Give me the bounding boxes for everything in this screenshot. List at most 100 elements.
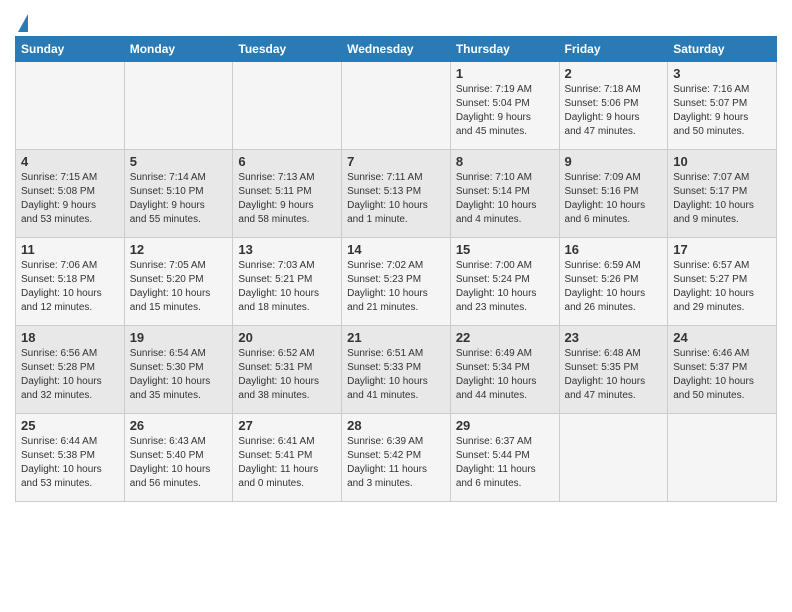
col-header-wednesday: Wednesday: [342, 37, 451, 62]
day-info: Sunrise: 6:37 AM Sunset: 5:44 PM Dayligh…: [456, 435, 554, 491]
day-number: 20: [238, 330, 336, 345]
calendar-cell: 25Sunrise: 6:44 AM Sunset: 5:38 PM Dayli…: [16, 414, 125, 502]
calendar-cell: 2 Sunrise: 7:18 AM Sunset: 5:06 PM Daylig…: [559, 62, 668, 150]
calendar-cell: 29 Sunrise: 6:37 AM Sunset: 5:44 PM Dayli…: [450, 414, 559, 502]
calendar-cell: 10 Sunrise: 7:07 AM Sunset: 5:17 PM Dayli…: [668, 150, 777, 238]
col-header-monday: Monday: [124, 37, 233, 62]
calendar-week-row: 4 Sunrise: 7:15 AM Sunset: 5:08 PM Daylig…: [16, 150, 777, 238]
day-number: 4: [21, 154, 119, 169]
day-number: 5: [130, 154, 228, 169]
day-info: Sunrise: 6:48 AM Sunset: 5:35 PM Dayligh…: [565, 347, 663, 403]
day-info: Sunrise: 7:11 AM Sunset: 5:13 PM Dayligh…: [347, 171, 445, 227]
calendar-cell: [233, 62, 342, 150]
calendar-cell: 9 Sunrise: 7:09 AM Sunset: 5:16 PM Daylig…: [559, 150, 668, 238]
col-header-sunday: Sunday: [16, 37, 125, 62]
col-header-tuesday: Tuesday: [233, 37, 342, 62]
day-info: Sunrise: 7:10 AM Sunset: 5:14 PM Dayligh…: [456, 171, 554, 227]
day-info: Sunrise: 6:44 AM Sunset: 5:38 PM Dayligh…: [21, 435, 119, 491]
calendar-cell: 27 Sunrise: 6:41 AM Sunset: 5:41 PM Dayli…: [233, 414, 342, 502]
day-number: 1: [456, 66, 554, 81]
calendar-cell: 18Sunrise: 6:56 AM Sunset: 5:28 PM Dayli…: [16, 326, 125, 414]
calendar-cell: 3 Sunrise: 7:16 AM Sunset: 5:07 PM Daylig…: [668, 62, 777, 150]
calendar-week-row: 25Sunrise: 6:44 AM Sunset: 5:38 PM Dayli…: [16, 414, 777, 502]
calendar-cell: 19 Sunrise: 6:54 AM Sunset: 5:30 PM Dayli…: [124, 326, 233, 414]
calendar-cell: 13 Sunrise: 7:03 AM Sunset: 5:21 PM Dayli…: [233, 238, 342, 326]
day-number: 15: [456, 242, 554, 257]
day-info: Sunrise: 7:15 AM Sunset: 5:08 PM Dayligh…: [21, 171, 119, 227]
day-number: 16: [565, 242, 663, 257]
day-info: Sunrise: 7:18 AM Sunset: 5:06 PM Dayligh…: [565, 83, 663, 139]
day-number: 19: [130, 330, 228, 345]
calendar-cell: 7 Sunrise: 7:11 AM Sunset: 5:13 PM Daylig…: [342, 150, 451, 238]
calendar-cell: 11Sunrise: 7:06 AM Sunset: 5:18 PM Dayli…: [16, 238, 125, 326]
calendar-cell: [668, 414, 777, 502]
day-number: 6: [238, 154, 336, 169]
logo-triangle-icon: [18, 14, 28, 32]
calendar-cell: 28 Sunrise: 6:39 AM Sunset: 5:42 PM Dayli…: [342, 414, 451, 502]
day-info: Sunrise: 6:46 AM Sunset: 5:37 PM Dayligh…: [673, 347, 771, 403]
calendar-cell: 4 Sunrise: 7:15 AM Sunset: 5:08 PM Daylig…: [16, 150, 125, 238]
day-info: Sunrise: 6:52 AM Sunset: 5:31 PM Dayligh…: [238, 347, 336, 403]
day-info: Sunrise: 7:16 AM Sunset: 5:07 PM Dayligh…: [673, 83, 771, 139]
day-info: Sunrise: 6:41 AM Sunset: 5:41 PM Dayligh…: [238, 435, 336, 491]
col-header-thursday: Thursday: [450, 37, 559, 62]
day-number: 21: [347, 330, 445, 345]
col-header-saturday: Saturday: [668, 37, 777, 62]
day-info: Sunrise: 6:39 AM Sunset: 5:42 PM Dayligh…: [347, 435, 445, 491]
day-info: Sunrise: 6:59 AM Sunset: 5:26 PM Dayligh…: [565, 259, 663, 315]
day-number: 13: [238, 242, 336, 257]
page-header: [15, 10, 777, 32]
day-number: 2: [565, 66, 663, 81]
calendar-week-row: 11Sunrise: 7:06 AM Sunset: 5:18 PM Dayli…: [16, 238, 777, 326]
calendar-cell: 21 Sunrise: 6:51 AM Sunset: 5:33 PM Dayli…: [342, 326, 451, 414]
logo-blue-text: [15, 14, 28, 32]
calendar-cell: 5 Sunrise: 7:14 AM Sunset: 5:10 PM Daylig…: [124, 150, 233, 238]
day-number: 7: [347, 154, 445, 169]
col-header-friday: Friday: [559, 37, 668, 62]
day-number: 27: [238, 418, 336, 433]
day-info: Sunrise: 6:54 AM Sunset: 5:30 PM Dayligh…: [130, 347, 228, 403]
day-number: 12: [130, 242, 228, 257]
day-info: Sunrise: 7:13 AM Sunset: 5:11 PM Dayligh…: [238, 171, 336, 227]
day-number: 9: [565, 154, 663, 169]
day-number: 10: [673, 154, 771, 169]
day-info: Sunrise: 7:03 AM Sunset: 5:21 PM Dayligh…: [238, 259, 336, 315]
day-info: Sunrise: 7:07 AM Sunset: 5:17 PM Dayligh…: [673, 171, 771, 227]
day-info: Sunrise: 6:57 AM Sunset: 5:27 PM Dayligh…: [673, 259, 771, 315]
day-info: Sunrise: 6:51 AM Sunset: 5:33 PM Dayligh…: [347, 347, 445, 403]
calendar-cell: [342, 62, 451, 150]
day-info: Sunrise: 7:00 AM Sunset: 5:24 PM Dayligh…: [456, 259, 554, 315]
day-number: 17: [673, 242, 771, 257]
calendar-table: SundayMondayTuesdayWednesdayThursdayFrid…: [15, 36, 777, 502]
calendar-cell: 12 Sunrise: 7:05 AM Sunset: 5:20 PM Dayli…: [124, 238, 233, 326]
day-info: Sunrise: 7:06 AM Sunset: 5:18 PM Dayligh…: [21, 259, 119, 315]
day-number: 26: [130, 418, 228, 433]
day-info: Sunrise: 6:43 AM Sunset: 5:40 PM Dayligh…: [130, 435, 228, 491]
calendar-week-row: 1Sunrise: 7:19 AM Sunset: 5:04 PM Daylig…: [16, 62, 777, 150]
calendar-cell: 15 Sunrise: 7:00 AM Sunset: 5:24 PM Dayli…: [450, 238, 559, 326]
calendar-cell: 16 Sunrise: 6:59 AM Sunset: 5:26 PM Dayli…: [559, 238, 668, 326]
day-number: 18: [21, 330, 119, 345]
calendar-cell: 22Sunrise: 6:49 AM Sunset: 5:34 PM Dayli…: [450, 326, 559, 414]
calendar-cell: [124, 62, 233, 150]
day-info: Sunrise: 7:09 AM Sunset: 5:16 PM Dayligh…: [565, 171, 663, 227]
calendar-week-row: 18Sunrise: 6:56 AM Sunset: 5:28 PM Dayli…: [16, 326, 777, 414]
day-number: 29: [456, 418, 554, 433]
day-info: Sunrise: 7:05 AM Sunset: 5:20 PM Dayligh…: [130, 259, 228, 315]
day-number: 14: [347, 242, 445, 257]
logo: [15, 14, 28, 32]
calendar-cell: 1Sunrise: 7:19 AM Sunset: 5:04 PM Daylig…: [450, 62, 559, 150]
calendar-header-row: SundayMondayTuesdayWednesdayThursdayFrid…: [16, 37, 777, 62]
calendar-cell: 26 Sunrise: 6:43 AM Sunset: 5:40 PM Dayli…: [124, 414, 233, 502]
day-info: Sunrise: 7:02 AM Sunset: 5:23 PM Dayligh…: [347, 259, 445, 315]
day-number: 28: [347, 418, 445, 433]
calendar-cell: 14 Sunrise: 7:02 AM Sunset: 5:23 PM Dayli…: [342, 238, 451, 326]
calendar-cell: 20 Sunrise: 6:52 AM Sunset: 5:31 PM Dayli…: [233, 326, 342, 414]
calendar-cell: 17 Sunrise: 6:57 AM Sunset: 5:27 PM Dayli…: [668, 238, 777, 326]
day-number: 3: [673, 66, 771, 81]
calendar-cell: 24Sunrise: 6:46 AM Sunset: 5:37 PM Dayli…: [668, 326, 777, 414]
calendar-cell: 6 Sunrise: 7:13 AM Sunset: 5:11 PM Daylig…: [233, 150, 342, 238]
day-info: Sunrise: 7:14 AM Sunset: 5:10 PM Dayligh…: [130, 171, 228, 227]
calendar-cell: 23 Sunrise: 6:48 AM Sunset: 5:35 PM Dayli…: [559, 326, 668, 414]
day-number: 23: [565, 330, 663, 345]
